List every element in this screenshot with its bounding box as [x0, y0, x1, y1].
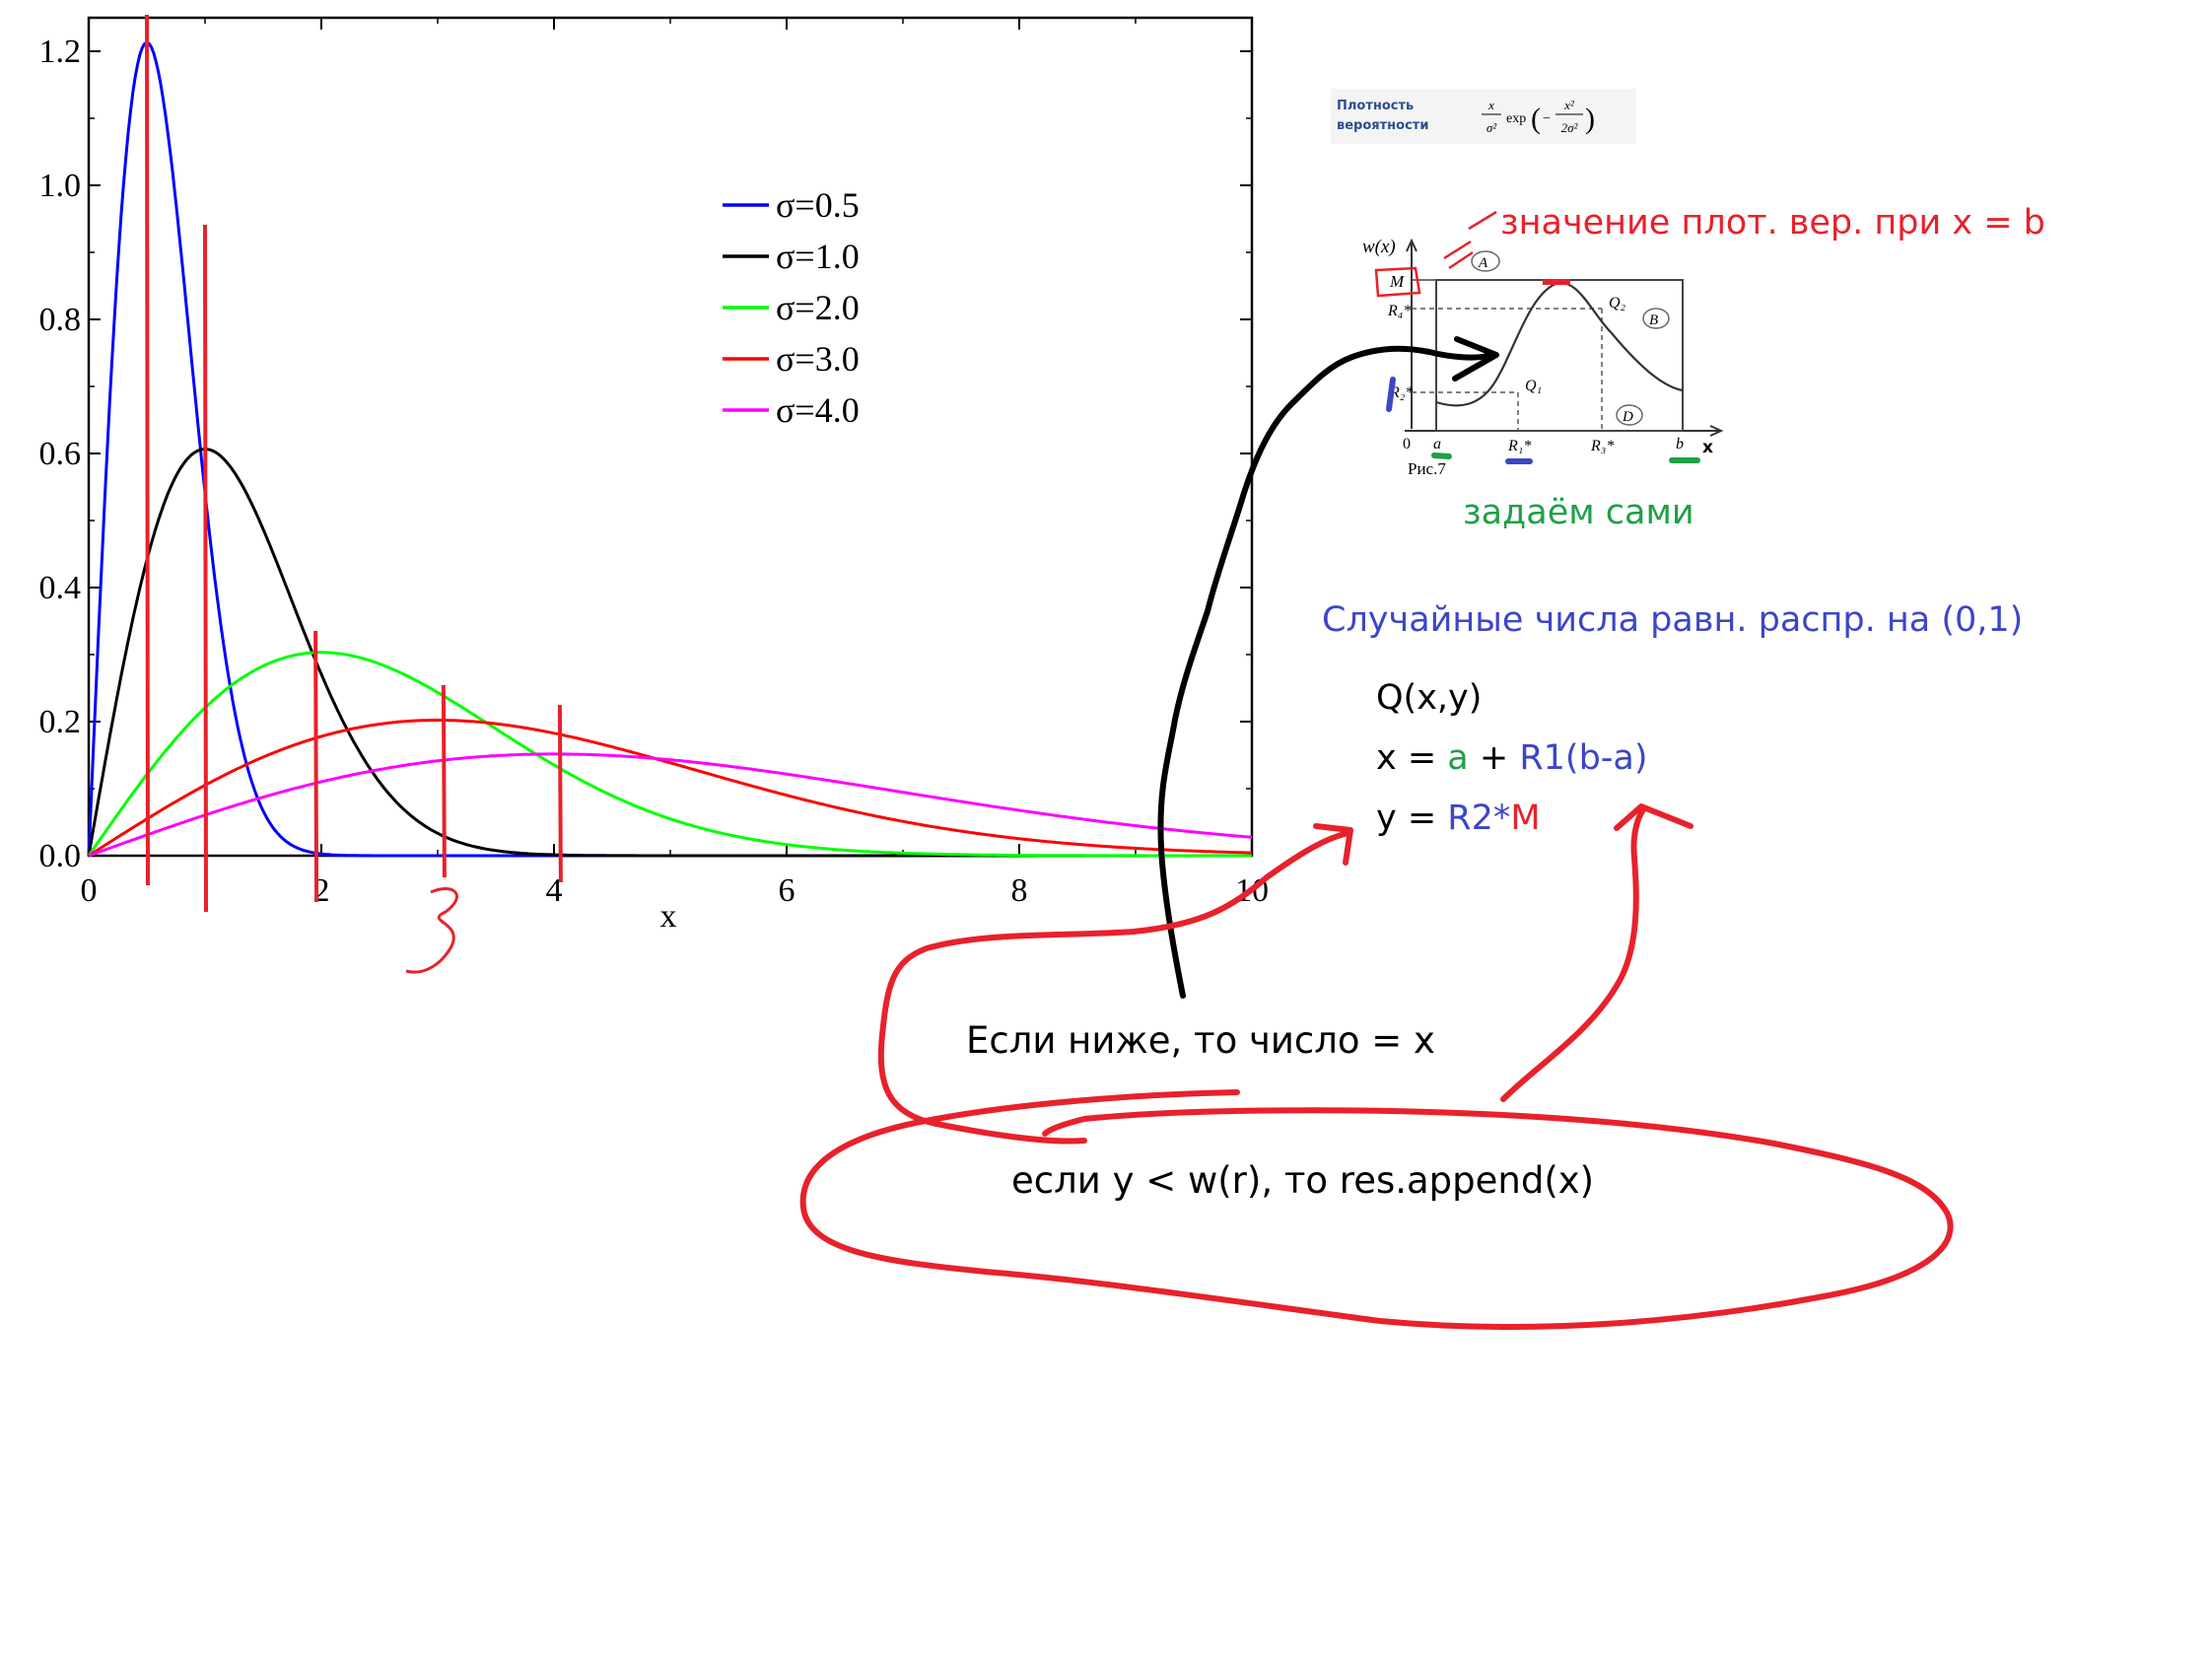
- formula-label-line1: Плотность: [1337, 99, 1414, 113]
- green-mark-a: [1431, 452, 1452, 459]
- formula-exp: exp: [1506, 111, 1526, 126]
- red-marker-line: [313, 630, 319, 903]
- diagram-origin: 0: [1403, 436, 1411, 452]
- y-tick-label: 0.8: [39, 302, 82, 338]
- annotation-q-line: Q(x,y): [1376, 678, 1482, 718]
- diagram-label-q1: Q₁: [1525, 378, 1542, 394]
- y-eq-part2: R2*: [1447, 799, 1510, 838]
- formula-sigma2: σ²: [1486, 120, 1497, 135]
- x-tick-label: 0: [81, 872, 98, 909]
- x-eq-part4: R1(b-a): [1519, 738, 1647, 778]
- diagram-y-label: w(x): [1362, 237, 1396, 257]
- diagram-label-region-d: D: [1622, 409, 1633, 425]
- y-tick-label: 0.2: [39, 704, 82, 740]
- annotation-x-eq: x = a + R1(b-a): [1376, 738, 1648, 778]
- red-marker-lines: [145, 14, 563, 913]
- annotation-random-numbers: Случайные числа равн. распр. на (0,1): [1322, 600, 2023, 640]
- x-axis-label: x: [660, 898, 677, 935]
- diagram-label-r1: R₁*: [1507, 438, 1531, 454]
- legend-label: σ=2.0: [776, 288, 860, 327]
- annotation-we-set: задаём сами: [1463, 493, 1694, 532]
- formula-2sigma2: 2σ²: [1561, 120, 1579, 135]
- y-eq-part3: M: [1510, 799, 1540, 838]
- series-line-2: [87, 448, 1252, 858]
- diagram-label-region-a: A: [1478, 255, 1488, 271]
- legend-label: σ=4.0: [776, 390, 860, 430]
- y-tick-label: 0.6: [39, 436, 82, 472]
- diagram-label-r4: R₄*: [1387, 303, 1411, 319]
- x-tick-label: 6: [779, 872, 795, 909]
- x-tick-label: 8: [1011, 872, 1028, 909]
- formula-x: x: [1487, 98, 1494, 112]
- y-tick-label: 0.4: [39, 570, 82, 606]
- y-tick-label: 1.2: [39, 34, 82, 70]
- red-mark-peak: [1543, 279, 1570, 285]
- formula-paren-open: (: [1531, 103, 1541, 135]
- diagram-label-m: M: [1389, 272, 1405, 291]
- neumann-diagram: w(x) M R₄* R₂* 0 a R₁* R₃* b x Рис.7 Q₁ …: [1362, 237, 1724, 478]
- legend-label: σ=1.0: [776, 237, 860, 276]
- red-marker-line: [441, 684, 447, 878]
- canvas: 0 2 4 6 8 100.00.20.40.60.81.01.2 σ=0.5σ=1.0σ…: [39, 14, 2045, 1330]
- diagram-caption: Рис.7: [1408, 459, 1446, 478]
- formula-label-line2: вероятности: [1337, 118, 1428, 133]
- x-eq-part1: x =: [1376, 738, 1447, 778]
- rayleigh-chart: 0 2 4 6 8 100.00.20.40.60.81.01.2 σ=0.5σ=1.0σ…: [39, 14, 1269, 974]
- red-marker-line: [145, 14, 150, 886]
- annotation-y-eq: y = R2*M: [1376, 799, 1541, 838]
- red-loop-around-condition: [799, 1089, 1954, 1330]
- chart-curves: [87, 40, 1253, 858]
- x-eq-part2: a: [1447, 738, 1468, 778]
- formula-x2: x²: [1563, 98, 1575, 112]
- handwritten-number-3: [405, 887, 458, 974]
- black-arrow-to-diagram: [1157, 345, 1496, 999]
- red-arrow-to-y-eq: [1500, 805, 1647, 1102]
- red-marker-line: [557, 704, 563, 883]
- chart-legend: σ=0.5 σ=1.0 σ=2.0 σ=3.0 σ=4.0: [723, 185, 860, 430]
- formula-box: Плотность вероятности x σ² exp ( − x² 2σ…: [1331, 89, 1636, 144]
- annotation-if-below: Если ниже, то число = x: [966, 1019, 1435, 1062]
- legend-label: σ=0.5: [776, 185, 860, 225]
- diagram-label-r3: R₃*: [1590, 438, 1614, 454]
- formula-paren-close: ): [1585, 103, 1595, 135]
- legend-label: σ=3.0: [776, 339, 860, 379]
- x-eq-part3: +: [1469, 738, 1520, 778]
- red-squiggle-max: [1468, 210, 1497, 231]
- diagram-label-q2: Q₂: [1609, 295, 1626, 312]
- blue-mark-r2: [1386, 377, 1396, 412]
- annotation-max-value: значение плот. вер. при x = b: [1500, 203, 2045, 243]
- series-line-3: [87, 651, 1252, 858]
- annotation-if-y: если y < w(r), то res.append(x): [1011, 1159, 1594, 1202]
- diagram-label-a: a: [1433, 436, 1441, 452]
- red-ticks-near-a: [1443, 240, 1474, 270]
- series-line-1: [87, 40, 1252, 858]
- diagram-label-region-b: B: [1649, 313, 1658, 328]
- series-line-5: [88, 752, 1253, 858]
- diagram-label-b: b: [1676, 436, 1684, 452]
- y-eq-part1: y =: [1376, 799, 1447, 838]
- series-line-4: [88, 719, 1253, 858]
- formula-minus: −: [1543, 111, 1551, 126]
- red-marker-line: [203, 224, 208, 913]
- chart-frame: [87, 16, 1254, 858]
- diagram-x-label: x: [1702, 438, 1713, 457]
- y-tick-label: 0.0: [39, 838, 82, 874]
- red-arrowhead-y: [1614, 803, 1694, 831]
- y-tick-label: 1.0: [39, 168, 82, 204]
